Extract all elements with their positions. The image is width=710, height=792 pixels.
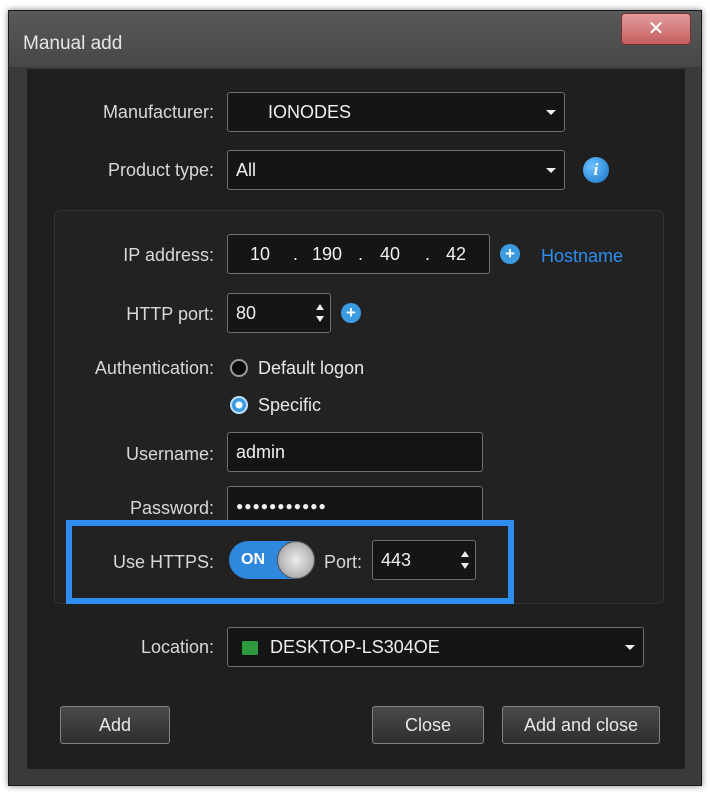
ip-octet-3[interactable]: 40 — [380, 235, 400, 273]
ip-octet-2[interactable]: 190 — [312, 235, 342, 273]
window-close-button[interactable]: ✕ — [621, 13, 691, 45]
chevron-down-icon — [625, 645, 635, 650]
add-ip-icon[interactable]: + — [500, 244, 520, 264]
specific-label[interactable]: Specific — [258, 395, 321, 416]
username-value: admin — [236, 442, 286, 462]
add-port-icon[interactable]: + — [341, 303, 361, 323]
ip-separator: . — [293, 244, 299, 264]
spinner-arrows-icon[interactable] — [461, 551, 469, 569]
manufacturer-label: Manufacturer: — [102, 102, 214, 122]
password-value: ●●●●●●●●●●● — [236, 499, 327, 513]
hostname-link[interactable]: Hostname — [541, 246, 623, 267]
dialog-title: Manual add — [23, 33, 123, 54]
ip-separator: . — [425, 244, 431, 264]
username-field[interactable]: admin — [227, 432, 483, 472]
http-port-value: 80 — [236, 303, 257, 323]
https-port-label: Port: — [324, 552, 363, 572]
http-port-stepper[interactable]: 80 — [227, 293, 331, 333]
chevron-down-icon — [546, 168, 556, 173]
location-select[interactable]: DESKTOP-LS304OE — [227, 627, 644, 667]
manufacturer-value: IONODES — [268, 102, 352, 122]
title-bar: Manual add ✕ — [9, 11, 701, 67]
add-button[interactable]: Add — [60, 706, 170, 744]
product-type-value: All — [236, 160, 257, 180]
use-https-toggle[interactable]: ON — [229, 541, 315, 579]
close-icon: ✕ — [647, 18, 665, 40]
https-port-stepper[interactable]: 443 — [372, 540, 476, 580]
server-icon — [242, 641, 258, 655]
ip-address-label: IP address: — [123, 245, 214, 265]
location-value: DESKTOP-LS304OE — [270, 637, 440, 657]
toggle-knob[interactable] — [277, 541, 315, 579]
close-button[interactable]: Close — [372, 706, 484, 744]
manufacturer-select[interactable]: IONODES — [227, 92, 565, 132]
location-label: Location: — [140, 637, 214, 657]
product-type-label: Product type: — [107, 160, 214, 180]
https-port-value: 443 — [381, 550, 412, 570]
http-port-label: HTTP port: — [126, 304, 214, 324]
default-logon-label[interactable]: Default logon — [258, 358, 364, 379]
radio-specific[interactable] — [230, 396, 248, 414]
authentication-label: Authentication: — [94, 358, 214, 378]
chevron-down-icon — [546, 110, 556, 115]
product-type-select[interactable]: All — [227, 150, 565, 190]
use-https-label: Use HTTPS: — [112, 552, 214, 572]
password-label: Password: — [129, 498, 214, 518]
spinner-arrows-icon[interactable] — [316, 304, 324, 322]
info-icon[interactable]: i — [583, 157, 609, 183]
username-label: Username: — [125, 444, 214, 464]
ip-octet-4[interactable]: 42 — [446, 235, 466, 273]
radio-default-logon[interactable] — [230, 359, 248, 377]
ip-octet-1[interactable]: 10 — [250, 235, 270, 273]
toggle-on-text: ON — [241, 551, 265, 568]
ip-address-field[interactable]: 10 . 190 . 40 . 42 — [227, 234, 490, 274]
ip-separator: . — [358, 244, 364, 264]
add-and-close-button[interactable]: Add and close — [502, 706, 660, 744]
